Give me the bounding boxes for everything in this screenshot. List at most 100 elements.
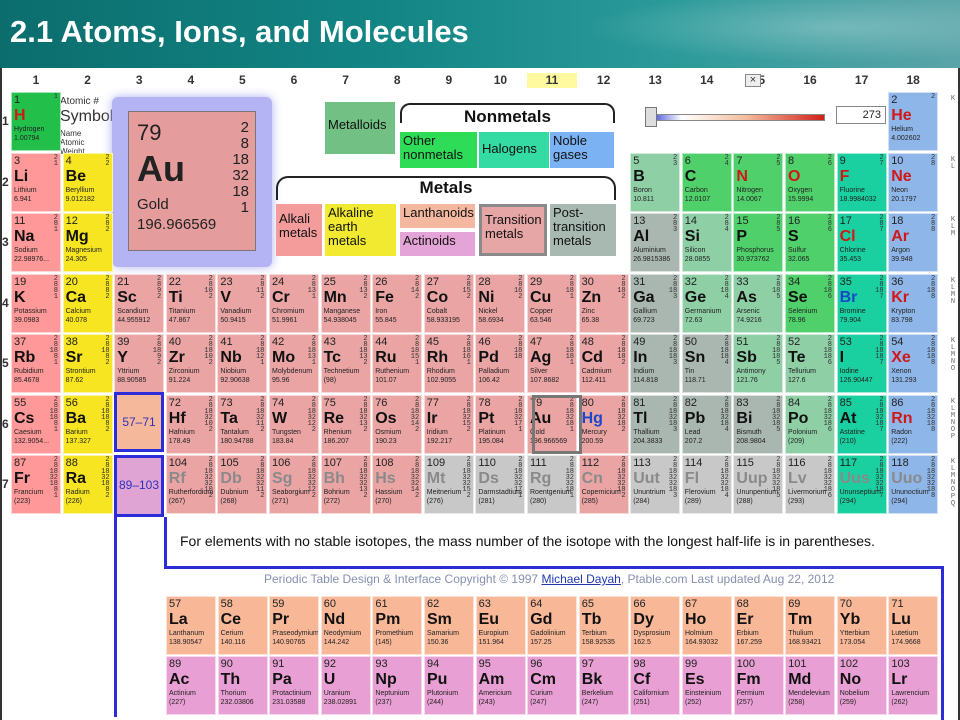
element-ne[interactable]: 10 Ne Neon 20.1797 2 8 [888, 152, 939, 212]
group-label-12[interactable]: 12 [579, 73, 629, 88]
element-xe[interactable]: 54 Xe Xenon 131.293 2 8 18 18 8 [888, 334, 939, 393]
element-la[interactable]: 57 La Lanthanum 138.90547 [166, 596, 216, 655]
element-db[interactable]: 105 Db Dubnium (268) 2 8 18 32 32 11 2 [217, 455, 268, 514]
element-mg[interactable]: 12 Mg Magnesium 24.305 2 8 2 [62, 213, 113, 272]
element-yb[interactable]: 70 Yb Ytterbium 173.054 [836, 596, 887, 655]
legend-metals-heading[interactable]: Metals [276, 178, 616, 198]
element-re[interactable]: 75 Re Rhenium 186.207 2 8 18 32 13 2 [320, 394, 371, 454]
group-label-4[interactable]: 4 [166, 73, 216, 88]
legend-actinoids[interactable]: Actinoids [400, 232, 475, 256]
element-bh[interactable]: 107 Bh Bohrium (272) 2 8 18 32 32 13 2 [320, 455, 371, 514]
element-lr[interactable]: 103 Lr Lawrencium (262) [888, 656, 939, 715]
element-ho[interactable]: 67 Ho Holmium 164.93032 [682, 596, 732, 655]
temperature-input[interactable]: 273 [836, 106, 886, 124]
element-hf[interactable]: 72 Hf Hafnium 178.49 2 8 18 32 10 2 [165, 394, 216, 454]
element-md[interactable]: 101 Md Mendelevium (258) [785, 656, 836, 715]
element-ac[interactable]: 89 Ac Actinium (227) [166, 656, 216, 715]
element-at[interactable]: 85 At Astatine (210) 2 8 18 32 18 7 [836, 394, 887, 454]
element-ge[interactable]: 32 Ge Germanium 72.63 2 8 18 4 [681, 273, 732, 333]
element-pt[interactable]: 78 Pt Platinum 195.084 2 8 18 32 17 1 [475, 394, 526, 454]
element-uuo[interactable]: 118 Uuo Ununoctium (294) 2 8 18 32 32 18 8 [888, 455, 939, 514]
group-label-17[interactable]: 17 [837, 73, 887, 88]
element-ti[interactable]: 22 Ti Titanium 47.867 2 8 10 2 [165, 273, 216, 333]
element-pd[interactable]: 46 Pd Palladium 106.42 2 8 18 18 [475, 334, 526, 393]
group-label-8[interactable]: 8 [372, 73, 422, 88]
element-cd[interactable]: 48 Cd Cadmium 112.411 2 8 18 18 2 [578, 334, 629, 393]
group-label-14[interactable]: 14 [682, 73, 732, 88]
element-li[interactable]: 3 Li Lithium 6.941 2 1 [11, 152, 61, 212]
element-cr[interactable]: 24 Cr Chromium 51.9961 2 8 13 1 [269, 273, 319, 333]
element-as[interactable]: 33 As Arsenic 74.9216 2 8 18 5 [733, 273, 784, 333]
element-lv[interactable]: 116 Lv Livermorium (293) 2 8 18 32 32 18 6 [785, 455, 835, 514]
element-eu[interactable]: 63 Eu Europium 151.964 [475, 596, 526, 655]
element-rn[interactable]: 86 Rn Radon (222) 2 8 18 32 18 8 [888, 394, 939, 454]
actinide-range-placeholder[interactable]: 89–103 [114, 455, 164, 517]
group-label-1[interactable]: 1 [11, 73, 61, 88]
element-sr[interactable]: 38 Sr Strontium 87.62 2 8 18 8 2 [62, 334, 113, 393]
element-pr[interactable]: 59 Pr Praseodymium 140.90765 [269, 596, 320, 655]
legend-halogens[interactable]: Halogens [479, 132, 549, 168]
element-ca[interactable]: 20 Ca Calcium 40.078 2 8 8 2 [62, 273, 113, 333]
temperature-slider-thumb[interactable] [645, 107, 657, 127]
element-mo[interactable]: 42 Mo Molybdenum 95.96 2 8 18 13 1 [269, 334, 319, 393]
element-sc[interactable]: 21 Sc Scandium 44.955912 2 8 9 2 [114, 273, 165, 333]
temperature-slider-track[interactable] [645, 114, 825, 121]
element-cs[interactable]: 55 Cs Caesium 132.9054... 2 8 18 18 8 1 [11, 394, 61, 454]
element-in[interactable]: 49 In Indium 114.818 2 8 18 18 3 [630, 334, 681, 393]
element-pa[interactable]: 91 Pa Protactinium 231.03588 [269, 656, 320, 715]
element-sg[interactable]: 106 Sg Seaborgium (271) 2 8 18 32 32 12 2 [269, 455, 319, 514]
element-dy[interactable]: 66 Dy Dysprosium 162.5 [630, 596, 681, 655]
element-s[interactable]: 16 S Sulfur 32.065 2 8 6 [785, 213, 835, 272]
author-link[interactable]: Michael Dayah [541, 572, 620, 586]
element-ru[interactable]: 44 Ru Ruthenium 101.07 2 8 18 15 1 [372, 334, 423, 393]
group-label-11[interactable]: 11 [527, 73, 577, 88]
element-cn[interactable]: 112 Cn Copernicium (285) 2 8 18 32 32 18 2 [578, 455, 629, 514]
element-ba[interactable]: 56 Ba Barium 137.327 2 8 18 18 8 2 [62, 394, 113, 454]
element-si[interactable]: 14 Si Silicon 28.0855 2 8 4 [681, 213, 732, 272]
element-sb[interactable]: 51 Sb Antimony 121.76 2 8 18 18 5 [733, 334, 784, 393]
element-b[interactable]: 5 B Boron 10.811 2 3 [630, 152, 681, 212]
group-label-3[interactable]: 3 [114, 73, 164, 88]
element-zn[interactable]: 30 Zn Zinc 65.38 2 8 18 2 [578, 273, 629, 333]
element-uup[interactable]: 115 Uup Ununpentium (288) 2 8 18 32 32 18 5 [733, 455, 784, 514]
element-zr[interactable]: 40 Zr Zirconium 91.224 2 8 18 10 2 [165, 334, 216, 393]
element-ce[interactable]: 58 Ce Cerium 140.116 [217, 596, 268, 655]
element-nd[interactable]: 60 Nd Neodymium 144.242 [320, 596, 371, 655]
element-fl[interactable]: 114 Fl Flerovium (289) 2 8 18 32 32 18 4 [681, 455, 732, 514]
element-bi[interactable]: 83 Bi Bismuth 208.9804 2 8 18 32 18 5 [733, 394, 784, 454]
element-os[interactable]: 76 Os Osmium 190.23 2 8 18 32 14 2 [372, 394, 423, 454]
element-mt[interactable]: 109 Mt Meitnerium (276) 2 8 18 32 32 15 2 [423, 455, 474, 514]
element-p[interactable]: 15 P Phosphorus 30.973762 2 8 5 [733, 213, 784, 272]
element-ar[interactable]: 18 Ar Argon 39.948 2 8 8 [888, 213, 939, 272]
element-se[interactable]: 34 Se Selenium 78.96 2 8 18 6 [785, 273, 835, 333]
element-fr[interactable]: 87 Fr Francium (223) 2 8 18 32 18 8 1 [11, 455, 61, 514]
element-u[interactable]: 92 U Uranium 238.02891 [320, 656, 371, 715]
element-te[interactable]: 52 Te Tellurium 127.6 2 8 18 18 6 [785, 334, 835, 393]
element-ga[interactable]: 31 Ga Gallium 69.723 2 8 18 3 [630, 273, 681, 333]
element-ta[interactable]: 73 Ta Tantalum 180.94788 2 8 18 32 11 2 [217, 394, 268, 454]
element-mn[interactable]: 25 Mn Manganese 54.938045 2 8 13 2 [320, 273, 371, 333]
element-rg[interactable]: 111 Rg Roentgenium (280) 2 8 18 32 32 18 1 [527, 455, 577, 514]
element-cu[interactable]: 29 Cu Copper 63.546 2 8 18 1 [527, 273, 577, 333]
element-hs[interactable]: 108 Hs Hassium (270) 2 8 18 32 32 14 2 [372, 455, 423, 514]
element-he[interactable]: 2 He Helium 4.002602 2 [888, 92, 939, 151]
group-label-18[interactable]: 18 [888, 73, 938, 88]
element-h[interactable]: 1 H Hydrogen 1.00794 1 [11, 92, 61, 151]
element-uus[interactable]: 117 Uus Ununseptium (294) 2 8 18 32 32 18 7 [836, 455, 887, 514]
element-ag[interactable]: 47 Ag Silver 107.8682 2 8 18 18 1 [527, 334, 577, 393]
element-es[interactable]: 99 Es Einsteinium (252) [682, 656, 732, 715]
element-am[interactable]: 95 Am Americium (243) [475, 656, 526, 715]
element-er[interactable]: 68 Er Erbium 167.259 [733, 596, 784, 655]
element-pb[interactable]: 82 Pb Lead 207.2 2 8 18 32 18 4 [681, 394, 732, 454]
element-br[interactable]: 35 Br Bromine 79.904 2 8 18 7 [836, 273, 887, 333]
element-sm[interactable]: 62 Sm Samarium 150.36 [424, 596, 474, 655]
element-c[interactable]: 6 C Carbon 12.0107 2 4 [681, 152, 732, 212]
group-label-6[interactable]: 6 [269, 73, 319, 88]
legend-other-nonmetals[interactable]: Other nonmetals [400, 132, 477, 168]
element-ir[interactable]: 77 Ir Iridium 192.217 2 8 18 32 15 2 [423, 394, 474, 454]
element-fe[interactable]: 26 Fe Iron 55.845 2 8 14 2 [372, 273, 423, 333]
close-button[interactable]: × [745, 74, 761, 87]
period-label-5[interactable]: 5 [2, 356, 9, 370]
period-label-7[interactable]: 7 [2, 477, 9, 491]
period-label-6[interactable]: 6 [2, 417, 9, 431]
